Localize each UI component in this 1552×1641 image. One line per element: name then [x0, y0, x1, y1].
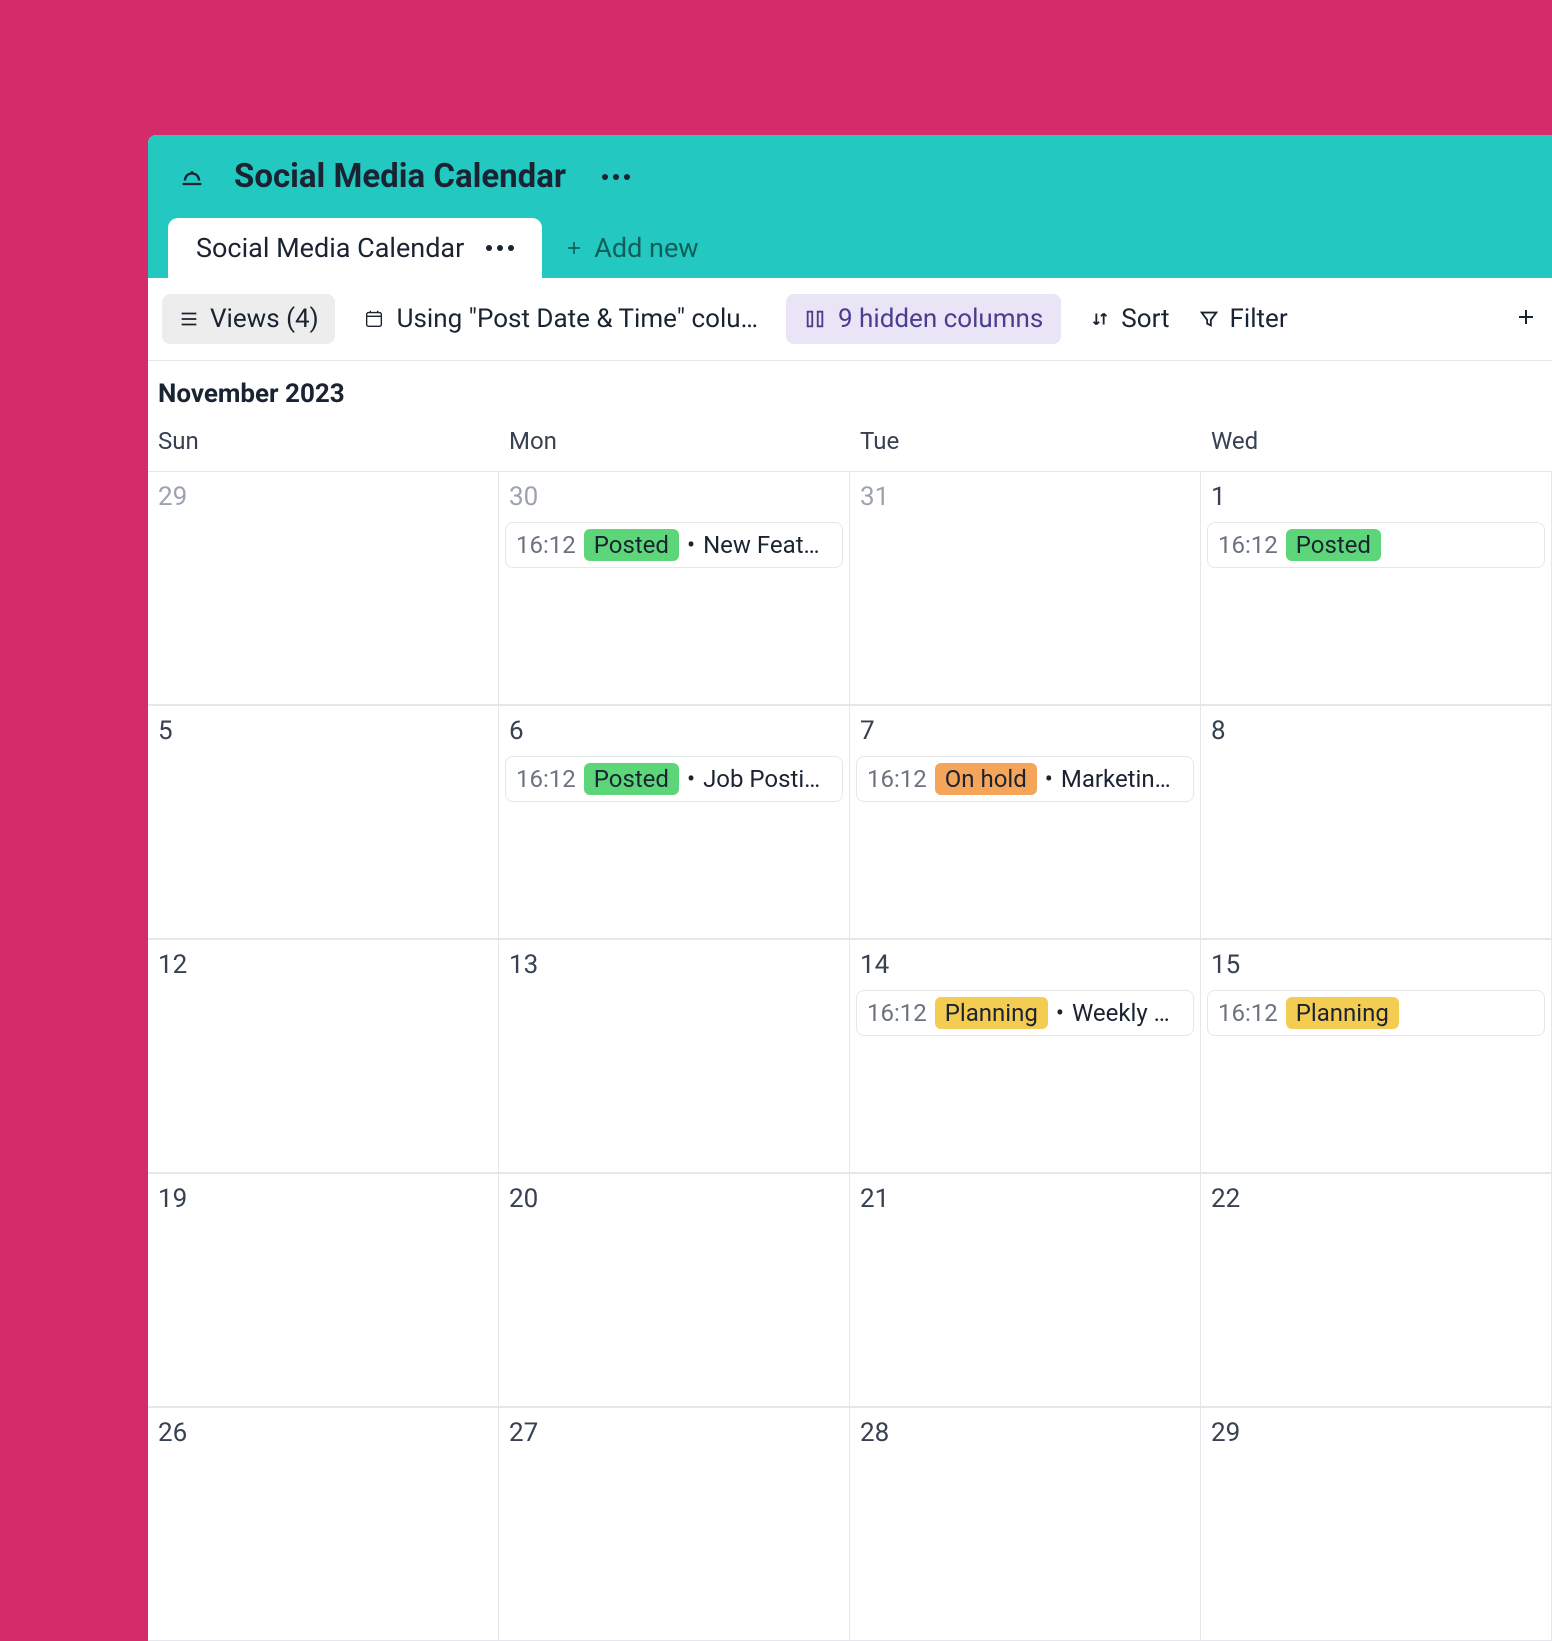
calendar-cell[interactable]: 6 16:12 Posted • Job Posti… [499, 705, 850, 939]
status-badge: Posted [1286, 529, 1381, 561]
date-number: 22 [1207, 1184, 1545, 1214]
calendar-cell[interactable]: 1 16:12 Posted [1201, 471, 1552, 705]
tab-label: Social Media Calendar [196, 232, 464, 264]
calendar-cell[interactable]: 19 [148, 1173, 499, 1407]
event-time: 16:12 [1218, 531, 1278, 559]
event-time: 16:12 [516, 531, 576, 559]
calendar-cell[interactable]: 27 [499, 1407, 850, 1641]
tab-social-media-calendar[interactable]: Social Media Calendar [168, 218, 542, 278]
calendar-cell[interactable]: 31 [850, 471, 1201, 705]
add-new-label: Add new [594, 232, 698, 264]
date-number: 20 [505, 1184, 843, 1214]
month-label: November 2023 [148, 361, 1552, 423]
date-number: 5 [154, 716, 492, 746]
bullet-separator: • [687, 531, 695, 559]
hidden-columns-button[interactable]: 9 hidden columns [786, 294, 1061, 344]
calendar-cell[interactable]: 29 [148, 471, 499, 705]
event-title: Job Posti… [703, 765, 820, 793]
toolbar: Views (4) Using "Post Date & Time" colu…… [148, 278, 1552, 361]
calendar-cell[interactable]: 13 [499, 939, 850, 1173]
add-button[interactable] [1514, 302, 1538, 337]
event-time: 16:12 [867, 999, 927, 1027]
sort-label: Sort [1121, 304, 1169, 334]
filter-button[interactable]: Filter [1198, 304, 1288, 334]
add-new-tab-button[interactable]: Add new [542, 218, 720, 278]
date-number: 12 [154, 950, 492, 980]
calendar-event[interactable]: 16:12 Posted • Job Posti… [505, 756, 843, 802]
date-number: 29 [154, 482, 492, 512]
calendar-cell[interactable]: 5 [148, 705, 499, 939]
calendar-cell[interactable]: 15 16:12 Planning [1201, 939, 1552, 1173]
date-number: 15 [1207, 950, 1545, 980]
calendar-cell[interactable]: 21 [850, 1173, 1201, 1407]
date-number: 13 [505, 950, 843, 980]
calendar-cell[interactable]: 22 [1201, 1173, 1552, 1407]
views-button[interactable]: Views (4) [162, 294, 335, 344]
calendar-cell[interactable]: 7 16:12 On hold • Marketin… [850, 705, 1201, 939]
status-badge: Posted [584, 529, 679, 561]
date-number: 7 [856, 716, 1194, 746]
date-number: 14 [856, 950, 1194, 980]
bullet-separator: • [1056, 999, 1064, 1027]
app-icon [178, 163, 206, 191]
date-number: 31 [856, 482, 1194, 512]
calendar-event[interactable]: 16:12 On hold • Marketin… [856, 756, 1194, 802]
app-window: Social Media Calendar Social Media Calen… [148, 135, 1552, 1641]
date-number: 19 [154, 1184, 492, 1214]
date-number: 28 [856, 1418, 1194, 1448]
date-number: 30 [505, 482, 843, 512]
event-time: 16:12 [867, 765, 927, 793]
calendar-cell[interactable]: 20 [499, 1173, 850, 1407]
column-indicator[interactable]: Using "Post Date & Time" colu… [363, 304, 758, 334]
tab-more-button[interactable] [486, 245, 514, 251]
status-badge: Posted [584, 763, 679, 795]
status-badge: On hold [935, 763, 1037, 795]
bullet-separator: • [1045, 765, 1053, 793]
event-title: Weekly … [1072, 999, 1170, 1027]
bullet-separator: • [687, 765, 695, 793]
date-number: 26 [154, 1418, 492, 1448]
sort-button[interactable]: Sort [1089, 304, 1169, 334]
calendar-event[interactable]: 16:12 Planning [1207, 990, 1545, 1036]
status-badge: Planning [935, 997, 1048, 1029]
day-header: Mon [499, 423, 850, 471]
calendar-cell[interactable]: 26 [148, 1407, 499, 1641]
date-number: 21 [856, 1184, 1194, 1214]
calendar-cell[interactable]: 12 [148, 939, 499, 1173]
calendar-event[interactable]: 16:12 Planning • Weekly … [856, 990, 1194, 1036]
page-title: Social Media Calendar [234, 157, 566, 196]
calendar-event[interactable]: 16:12 Posted [1207, 522, 1545, 568]
calendar-cell[interactable]: 30 16:12 Posted • New Feat… [499, 471, 850, 705]
calendar-grid: 29 30 16:12 Posted • New Feat… 31 1 16:12 Posted 5… [148, 471, 1552, 1641]
column-indicator-label: Using "Post Date & Time" colu… [397, 304, 758, 334]
views-label: Views (4) [210, 304, 319, 334]
date-number: 6 [505, 716, 843, 746]
date-number: 8 [1207, 716, 1545, 746]
date-number: 27 [505, 1418, 843, 1448]
day-headers-row: SunMonTueWed [148, 423, 1552, 471]
calendar-cell[interactable]: 8 [1201, 705, 1552, 939]
hidden-columns-label: 9 hidden columns [838, 304, 1043, 334]
calendar-event[interactable]: 16:12 Posted • New Feat… [505, 522, 843, 568]
day-header: Tue [850, 423, 1201, 471]
app-header: Social Media Calendar [148, 135, 1552, 218]
event-time: 16:12 [1218, 999, 1278, 1027]
status-badge: Planning [1286, 997, 1399, 1029]
day-header: Sun [148, 423, 499, 471]
event-title: Marketin… [1061, 765, 1171, 793]
date-number: 29 [1207, 1418, 1545, 1448]
event-title: New Feat… [703, 531, 820, 559]
calendar-cell[interactable]: 28 [850, 1407, 1201, 1641]
calendar-cell[interactable]: 29 [1201, 1407, 1552, 1641]
day-header: Wed [1201, 423, 1552, 471]
tab-row: Social Media Calendar Add new [148, 218, 1552, 278]
event-time: 16:12 [516, 765, 576, 793]
calendar-cell[interactable]: 14 16:12 Planning • Weekly … [850, 939, 1201, 1173]
filter-label: Filter [1230, 304, 1288, 334]
date-number: 1 [1207, 482, 1545, 512]
header-more-button[interactable] [602, 174, 630, 180]
